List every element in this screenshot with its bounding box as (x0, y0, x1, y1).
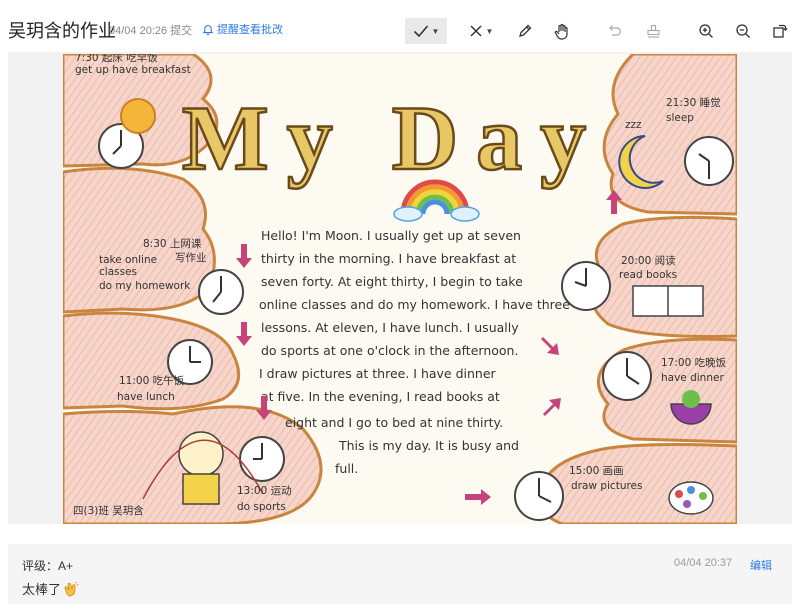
label-class-cn: 8:30 上网课 (143, 238, 202, 250)
label-draw-cn: 15:00 画画 (569, 465, 624, 477)
comment-text: 太棒了 (22, 582, 62, 597)
paragraph-line: lessons. At eleven, I have lunch. I usua… (261, 320, 519, 335)
grade-label: 评级：A+ (22, 559, 74, 573)
zzz-text: zzz (625, 119, 642, 131)
paragraph-line: I draw pictures at three. I have dinner (259, 366, 497, 381)
check-icon (413, 25, 428, 38)
label-class-en1: take online (99, 254, 157, 266)
check-tool-button[interactable]: ▼ (405, 18, 447, 44)
edit-review-link[interactable]: 编辑 (750, 557, 772, 573)
paragraph-line: seven forty. At eight thirty, I begin to… (261, 274, 523, 289)
label-draw-en: draw pictures (571, 480, 643, 492)
label-breakfast-en: get up have breakfast (75, 64, 191, 76)
label-dinner-en: have dinner (661, 372, 724, 384)
hand-tool-button[interactable] (551, 18, 573, 44)
hand-icon (554, 23, 568, 40)
zoom-out-icon (736, 24, 750, 38)
label-breakfast-cn: 7:30 起床 吃早饭 (75, 54, 158, 64)
label-class-en2: classes (99, 266, 137, 278)
remind-review-link[interactable]: 提醒查看批改 (202, 22, 283, 38)
paragraph-line: at five. In the evening, I read books at (261, 389, 500, 404)
paragraph-line: This is my day. It is busy and (338, 438, 519, 453)
rotate-icon (773, 24, 788, 38)
pen-icon (519, 24, 532, 37)
remind-review-label: 提醒查看批改 (217, 24, 283, 36)
label-sport-cn: 13:00 运动 (237, 485, 292, 497)
poster-drawing: My Day Hello! I'm Moon. I usually get up… (63, 54, 737, 524)
paragraph-line: Hello! I'm Moon. I usually get up at sev… (261, 228, 521, 243)
undo-icon (608, 24, 621, 36)
submit-time: 04/04 20:26 提交 (109, 25, 193, 37)
review-time: 04/04 20:37 (674, 557, 733, 569)
pen-tool-button[interactable] (514, 18, 536, 44)
page-title: 吴玥含的作业 (8, 21, 116, 41)
paragraph-line: thirty in the morning. I have breakfast … (261, 251, 516, 266)
undo-tool-button[interactable] (604, 18, 626, 44)
label-read-en: read books (619, 269, 677, 281)
paragraph-line: do sports at one o'clock in the afternoo… (261, 343, 518, 358)
label-sleep-cn: 21:30 睡觉 (666, 96, 721, 109)
zoom-in-tool-button[interactable] (695, 18, 717, 44)
student-signature: 四(3)班 吴玥含 (73, 504, 144, 517)
homework-image[interactable]: My Day Hello! I'm Moon. I usually get up… (63, 54, 737, 524)
chevron-down-icon[interactable]: ▼ (486, 27, 494, 36)
label-sleep-en: sleep (666, 112, 694, 124)
paragraph-line: eight and I go to bed at nine thirty. (285, 415, 503, 430)
paragraph-line: online classes and do my homework. I hav… (259, 297, 570, 312)
sun-drawing (120, 98, 156, 134)
poster-title: My Day (182, 87, 604, 189)
cross-tool-button[interactable]: ▼ (464, 18, 498, 44)
zoom-in-icon (699, 24, 713, 38)
review-comment: 太棒了 (22, 579, 79, 598)
review-panel (8, 544, 792, 604)
label-class-cn2: 写作业 (175, 252, 207, 264)
label-lunch-cn: 11:00 吃午饭 (119, 374, 185, 387)
paragraph-line: full. (335, 461, 358, 476)
book-drawing (632, 285, 704, 317)
stamp-icon (646, 24, 660, 38)
label-read-cn: 20:00 阅读 (621, 254, 676, 267)
zoom-out-tool-button[interactable] (732, 18, 754, 44)
label-dinner-cn: 17:00 吃晚饭 (661, 356, 727, 369)
stamp-tool-button[interactable] (642, 18, 664, 44)
rotate-tool-button[interactable] (769, 18, 791, 44)
label-class-en3: do my homework (99, 280, 191, 292)
chevron-down-icon[interactable]: ▼ (432, 27, 440, 36)
cross-icon (470, 25, 482, 37)
clap-emoji-icon (64, 581, 79, 596)
palette-drawing (668, 481, 714, 515)
label-sport-en: do sports (237, 501, 286, 513)
label-lunch-en: have lunch (117, 391, 175, 403)
bell-icon (202, 24, 214, 35)
